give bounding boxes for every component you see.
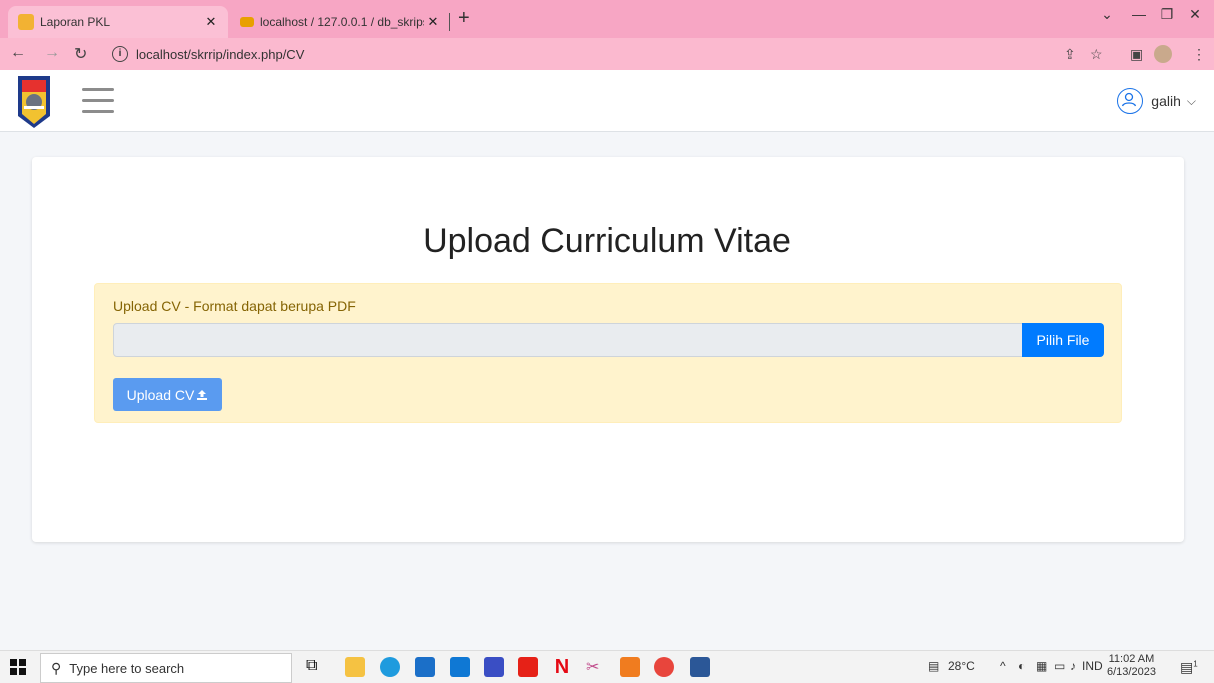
language-indicator[interactable]: IND [1082, 659, 1103, 673]
site-info-icon[interactable]: i [112, 46, 128, 62]
taskbar-search-input[interactable]: ⚲ Type here to search [40, 653, 292, 683]
hamburger-menu-icon[interactable] [82, 88, 114, 114]
tab-phpmyadmin[interactable]: localhost / 127.0.0.1 / db_skripsi ✕ [230, 6, 450, 38]
tray-network-icon[interactable]: ▦ [1036, 659, 1047, 673]
laporan-favicon-icon [18, 14, 34, 30]
file-explorer-icon[interactable] [345, 657, 365, 677]
minimize-icon[interactable]: — [1124, 6, 1154, 22]
tray-battery-icon[interactable]: ▭ [1054, 659, 1065, 673]
store-icon[interactable] [415, 657, 435, 677]
snipping-tool-icon[interactable]: ✂ [586, 657, 606, 677]
weather-temp[interactable]: 28°C [948, 659, 975, 673]
url-field[interactable]: i localhost/skrrip/index.php/CV [100, 42, 1040, 66]
file-input[interactable] [113, 323, 1023, 357]
page-title: Upload Curriculum Vitae [423, 222, 791, 260]
app-blue-icon[interactable] [484, 657, 504, 677]
side-panel-icon[interactable]: ▣ [1130, 46, 1143, 63]
word-icon[interactable] [690, 657, 710, 677]
institution-logo-icon [18, 76, 50, 128]
user-menu[interactable]: galih ⌵ [1117, 88, 1196, 114]
upload-cv-label: Upload CV [126, 386, 195, 403]
upload-cv-button[interactable]: Upload CV [113, 378, 222, 411]
tab-title: localhost / 127.0.0.1 / db_skripsi [260, 15, 424, 29]
search-icon: ⚲ [51, 659, 62, 676]
url-text: localhost/skrrip/index.php/CV [136, 46, 305, 62]
back-arrow-icon[interactable]: ← [10, 44, 26, 62]
forward-arrow-icon[interactable]: → [44, 44, 60, 62]
weather-icon[interactable]: ▤ [928, 659, 939, 673]
upload-icon [197, 389, 208, 400]
close-tab-icon[interactable]: ✕ [424, 14, 442, 30]
taskbar-clock[interactable]: 11:02 AM 6/13/2023 [1107, 653, 1156, 679]
tray-chevron-up-icon[interactable]: ^ [1000, 659, 1006, 673]
app-header: galih ⌵ [0, 70, 1214, 132]
notification-count: 1 [1193, 659, 1198, 669]
phpmyadmin-favicon-icon [240, 17, 254, 27]
netflix-icon[interactable]: N [552, 657, 572, 677]
menu-dots-icon[interactable]: ⋮ [1192, 46, 1206, 63]
notification-icon[interactable]: ▤1 [1180, 659, 1198, 676]
browser-tab-bar: Laporan PKL ✕ localhost / 127.0.0.1 / db… [0, 0, 1214, 38]
volume-icon[interactable]: ♪ [1070, 659, 1076, 673]
upload-label: Upload CV - Format dapat berupa PDF [113, 298, 356, 314]
task-view-icon[interactable]: ⧉ [306, 657, 326, 677]
tab-divider [449, 13, 450, 31]
tray-sync-icon[interactable]: ◐ [1018, 659, 1025, 673]
mail-icon[interactable] [450, 657, 470, 677]
restore-icon[interactable]: ❐ [1152, 6, 1182, 23]
search-placeholder: Type here to search [69, 660, 185, 676]
new-tab-button[interactable]: + [458, 7, 470, 30]
tab-search-icon[interactable]: ⌄ [1092, 6, 1122, 23]
pick-file-button[interactable]: Pilih File [1022, 323, 1104, 357]
edge-icon[interactable] [380, 657, 400, 677]
clock-time: 11:02 AM [1108, 653, 1155, 665]
close-tab-icon[interactable]: ✕ [202, 14, 220, 30]
username: galih [1151, 93, 1181, 109]
youtube-icon[interactable] [518, 657, 538, 677]
bookmark-star-icon[interactable]: ☆ [1090, 46, 1103, 63]
close-window-icon[interactable]: ✕ [1180, 6, 1210, 23]
tab-title: Laporan PKL [40, 15, 111, 29]
share-icon[interactable]: ⇪ [1064, 46, 1076, 63]
user-avatar-icon [1117, 88, 1144, 114]
clock-date: 6/13/2023 [1107, 666, 1156, 678]
reload-icon[interactable]: ↻ [74, 44, 87, 64]
chrome-icon[interactable] [654, 657, 674, 677]
address-bar-row: ← → ↻ i localhost/skrrip/index.php/CV ⇪ … [0, 38, 1214, 70]
xampp-icon[interactable] [620, 657, 640, 677]
windows-start-icon[interactable] [10, 659, 26, 675]
windows-taskbar: ⚲ Type here to search ⧉ N ✂ ▤ 28°C ^ ◐ ▦… [0, 650, 1214, 683]
profile-avatar-icon[interactable] [1154, 45, 1172, 63]
chevron-down-icon: ⌵ [1186, 93, 1196, 108]
tab-laporan-pkl[interactable]: Laporan PKL ✕ [8, 6, 228, 38]
